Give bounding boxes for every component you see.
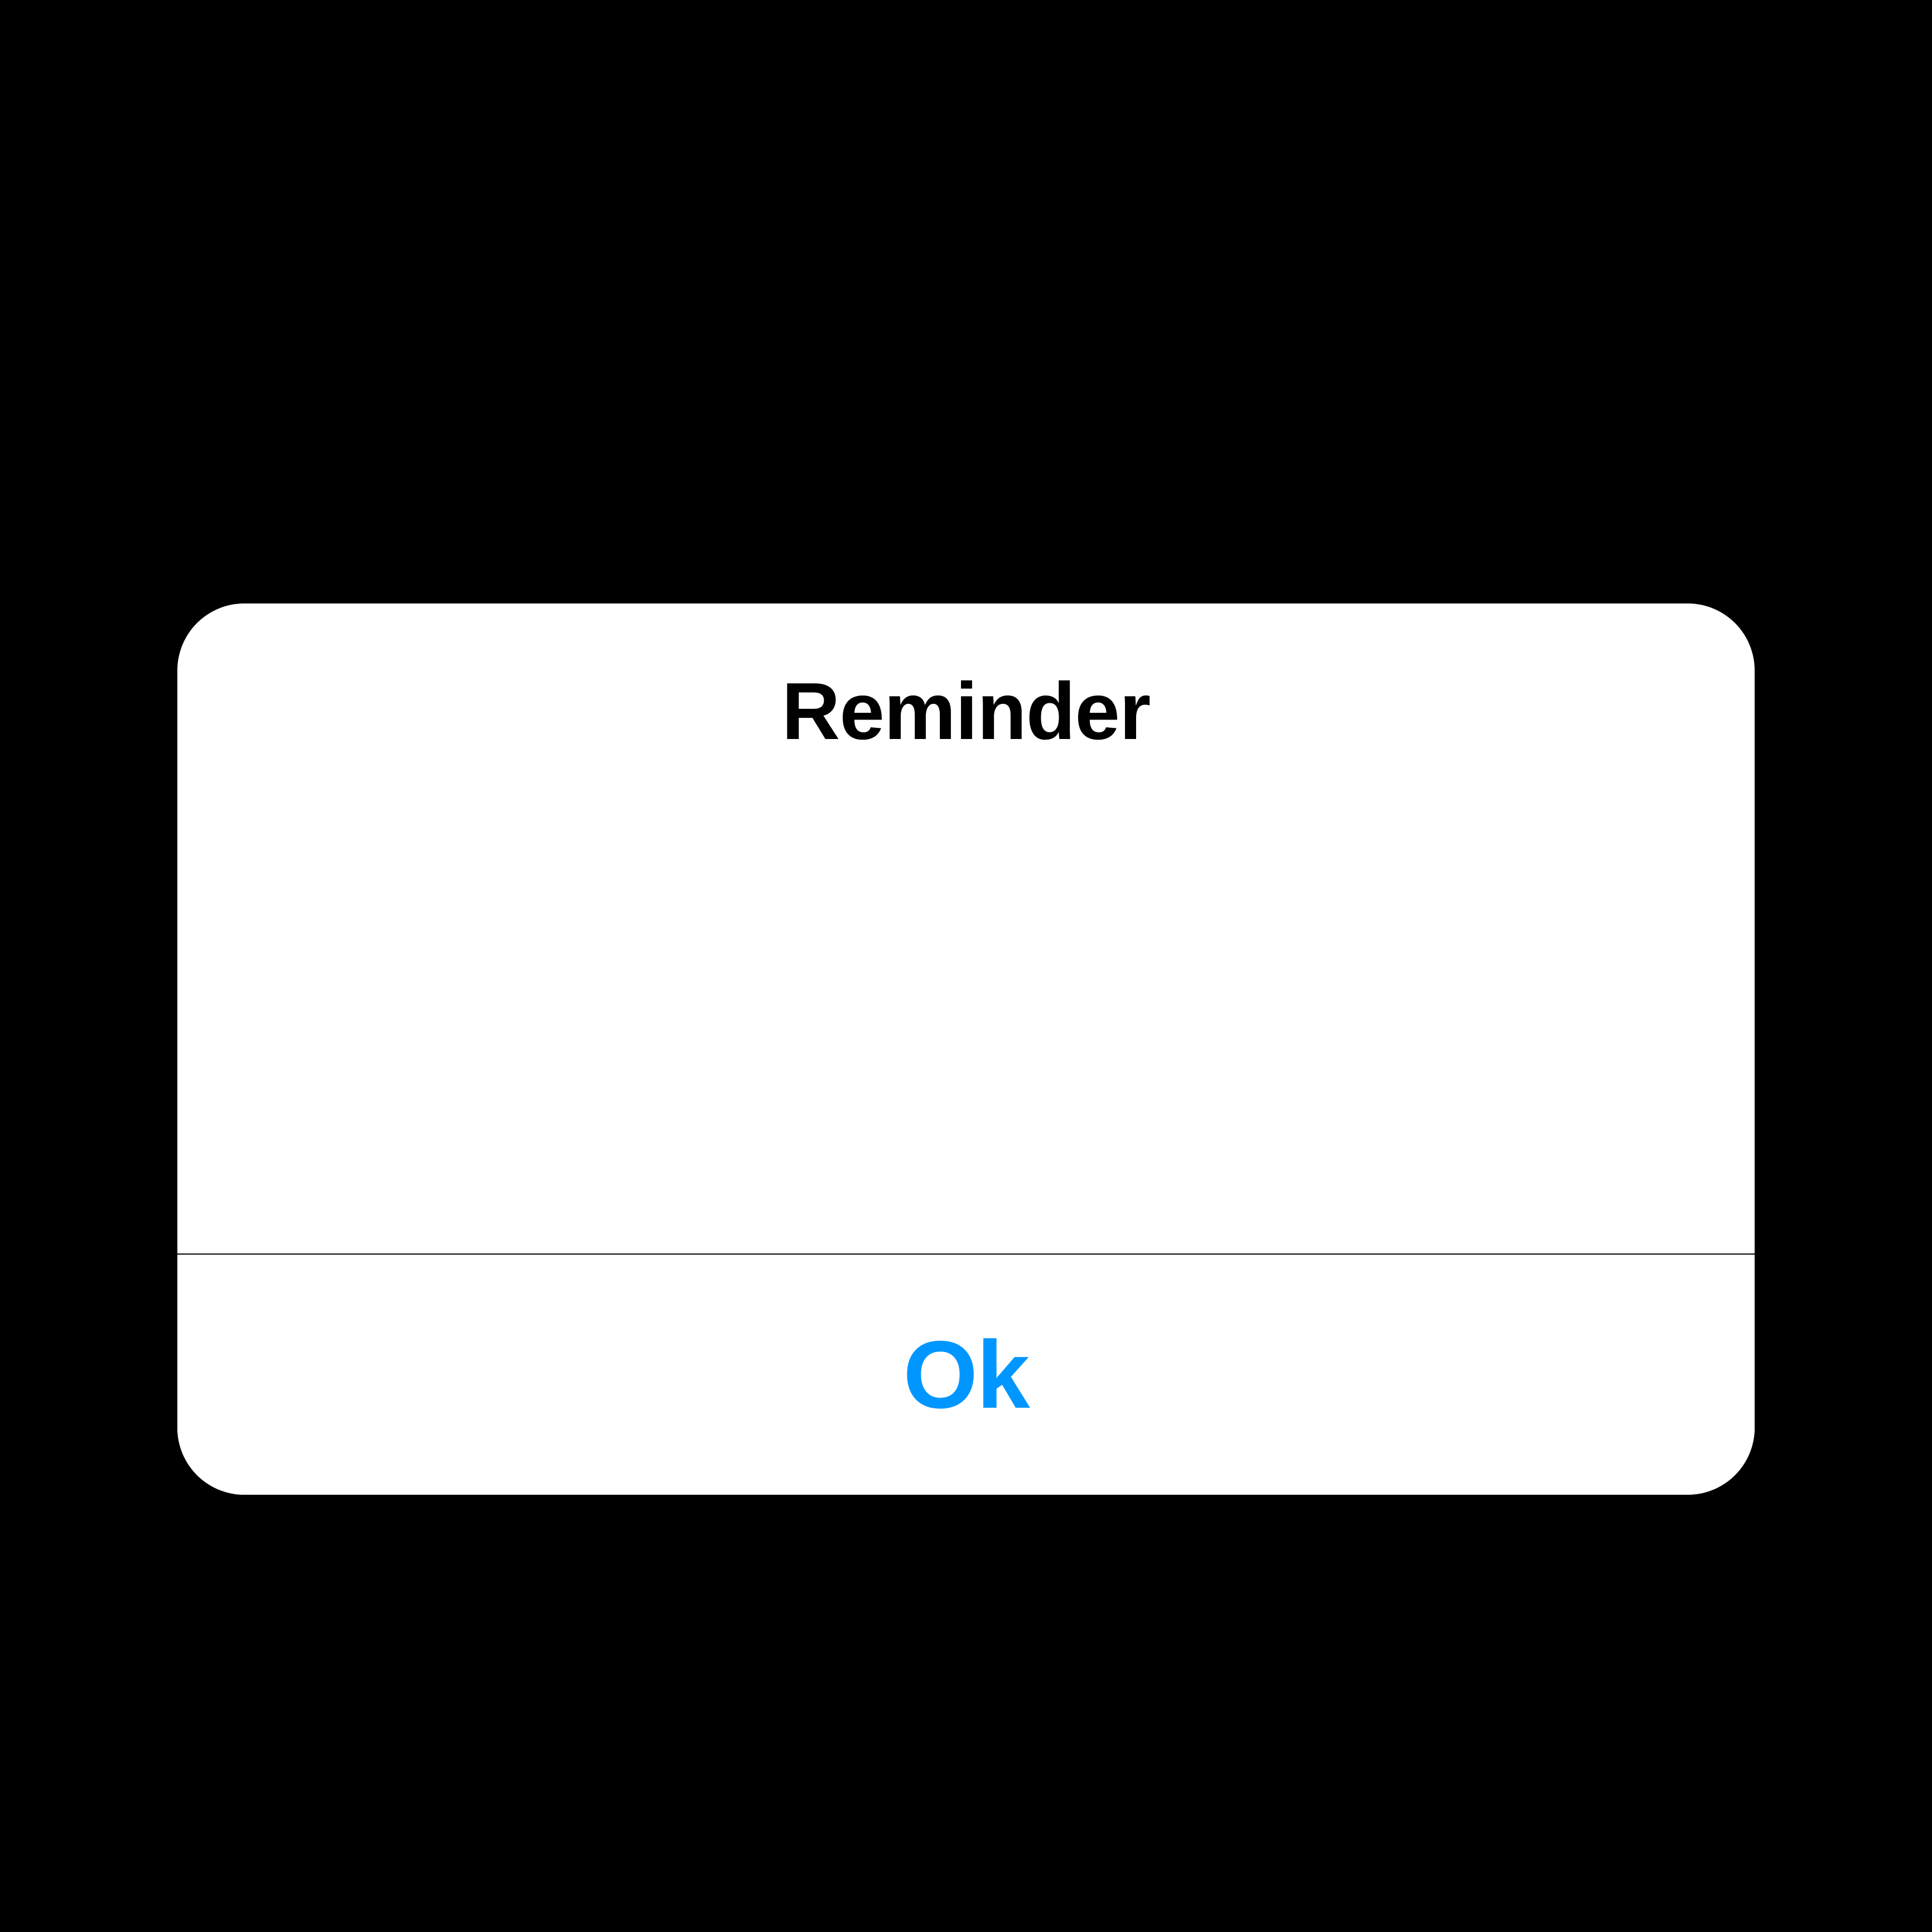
ok-button[interactable]: Ok: [177, 1255, 1755, 1495]
alert-dialog: Reminder Ok: [177, 603, 1755, 1495]
alert-body: Reminder: [177, 603, 1755, 1253]
alert-title: Reminder: [177, 665, 1755, 758]
